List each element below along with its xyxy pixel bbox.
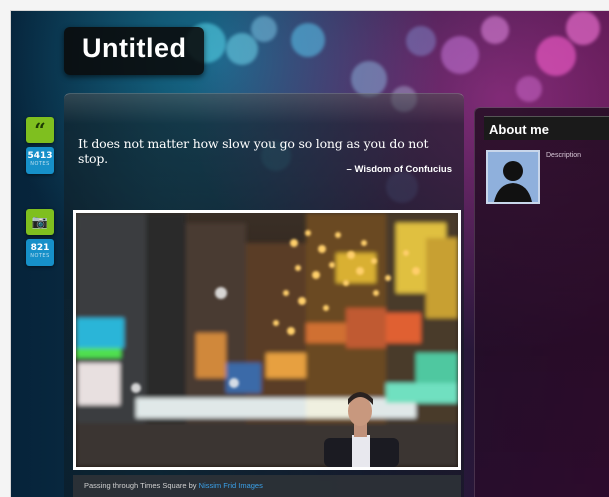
notes-count-label: NOTES — [30, 161, 50, 167]
quote-icon[interactable]: “ — [26, 117, 54, 143]
notes-count: 5413 — [27, 151, 53, 161]
camera-icon[interactable]: 📷 — [26, 209, 54, 235]
camera-glyph: 📷 — [31, 214, 49, 230]
quote-text: It does not matter how slow you go so lo… — [78, 136, 429, 166]
about-description: Description — [546, 152, 582, 159]
bokeh-light — [406, 26, 436, 56]
bokeh-light — [566, 11, 600, 45]
caption-link[interactable]: Nissim Frid Images — [199, 481, 263, 490]
photo-caption: Passing through Times Square by Nissim F… — [84, 481, 263, 490]
notes-count-badge[interactable]: 821 NOTES — [26, 239, 54, 266]
sidebar: About me Description — [474, 107, 609, 497]
blog-theme-preview: Untitled “ 5413 NOTES 📷 821 NOTES It doe… — [10, 10, 609, 497]
times-square-photo — [76, 213, 458, 467]
blog-title[interactable]: Untitled — [82, 33, 187, 64]
bokeh-light — [351, 61, 387, 97]
blog-title-box[interactable]: Untitled — [64, 27, 204, 75]
post-photo[interactable] — [73, 210, 461, 470]
bokeh-light — [536, 36, 576, 76]
photo-caption-bar: Passing through Times Square by Nissim F… — [73, 475, 461, 497]
caption-text: Passing through Times Square by — [84, 481, 199, 490]
bokeh-light — [481, 16, 509, 44]
post-panel: It does not matter how slow you go so lo… — [64, 93, 464, 497]
about-title: About me — [484, 116, 609, 140]
bokeh-light — [291, 23, 325, 57]
avatar[interactable] — [486, 150, 540, 204]
notes-count-label: NOTES — [30, 253, 50, 259]
bokeh-light — [441, 36, 479, 74]
notes-count: 821 — [30, 243, 50, 253]
default-avatar-icon — [488, 152, 538, 202]
quote-glyph: “ — [34, 118, 46, 142]
quote-source: – Wisdom of Confucius — [346, 164, 452, 175]
notes-count-badge[interactable]: 5413 NOTES — [26, 147, 54, 174]
bokeh-light — [251, 16, 277, 42]
bokeh-light — [516, 76, 542, 102]
bokeh-light — [226, 33, 258, 65]
